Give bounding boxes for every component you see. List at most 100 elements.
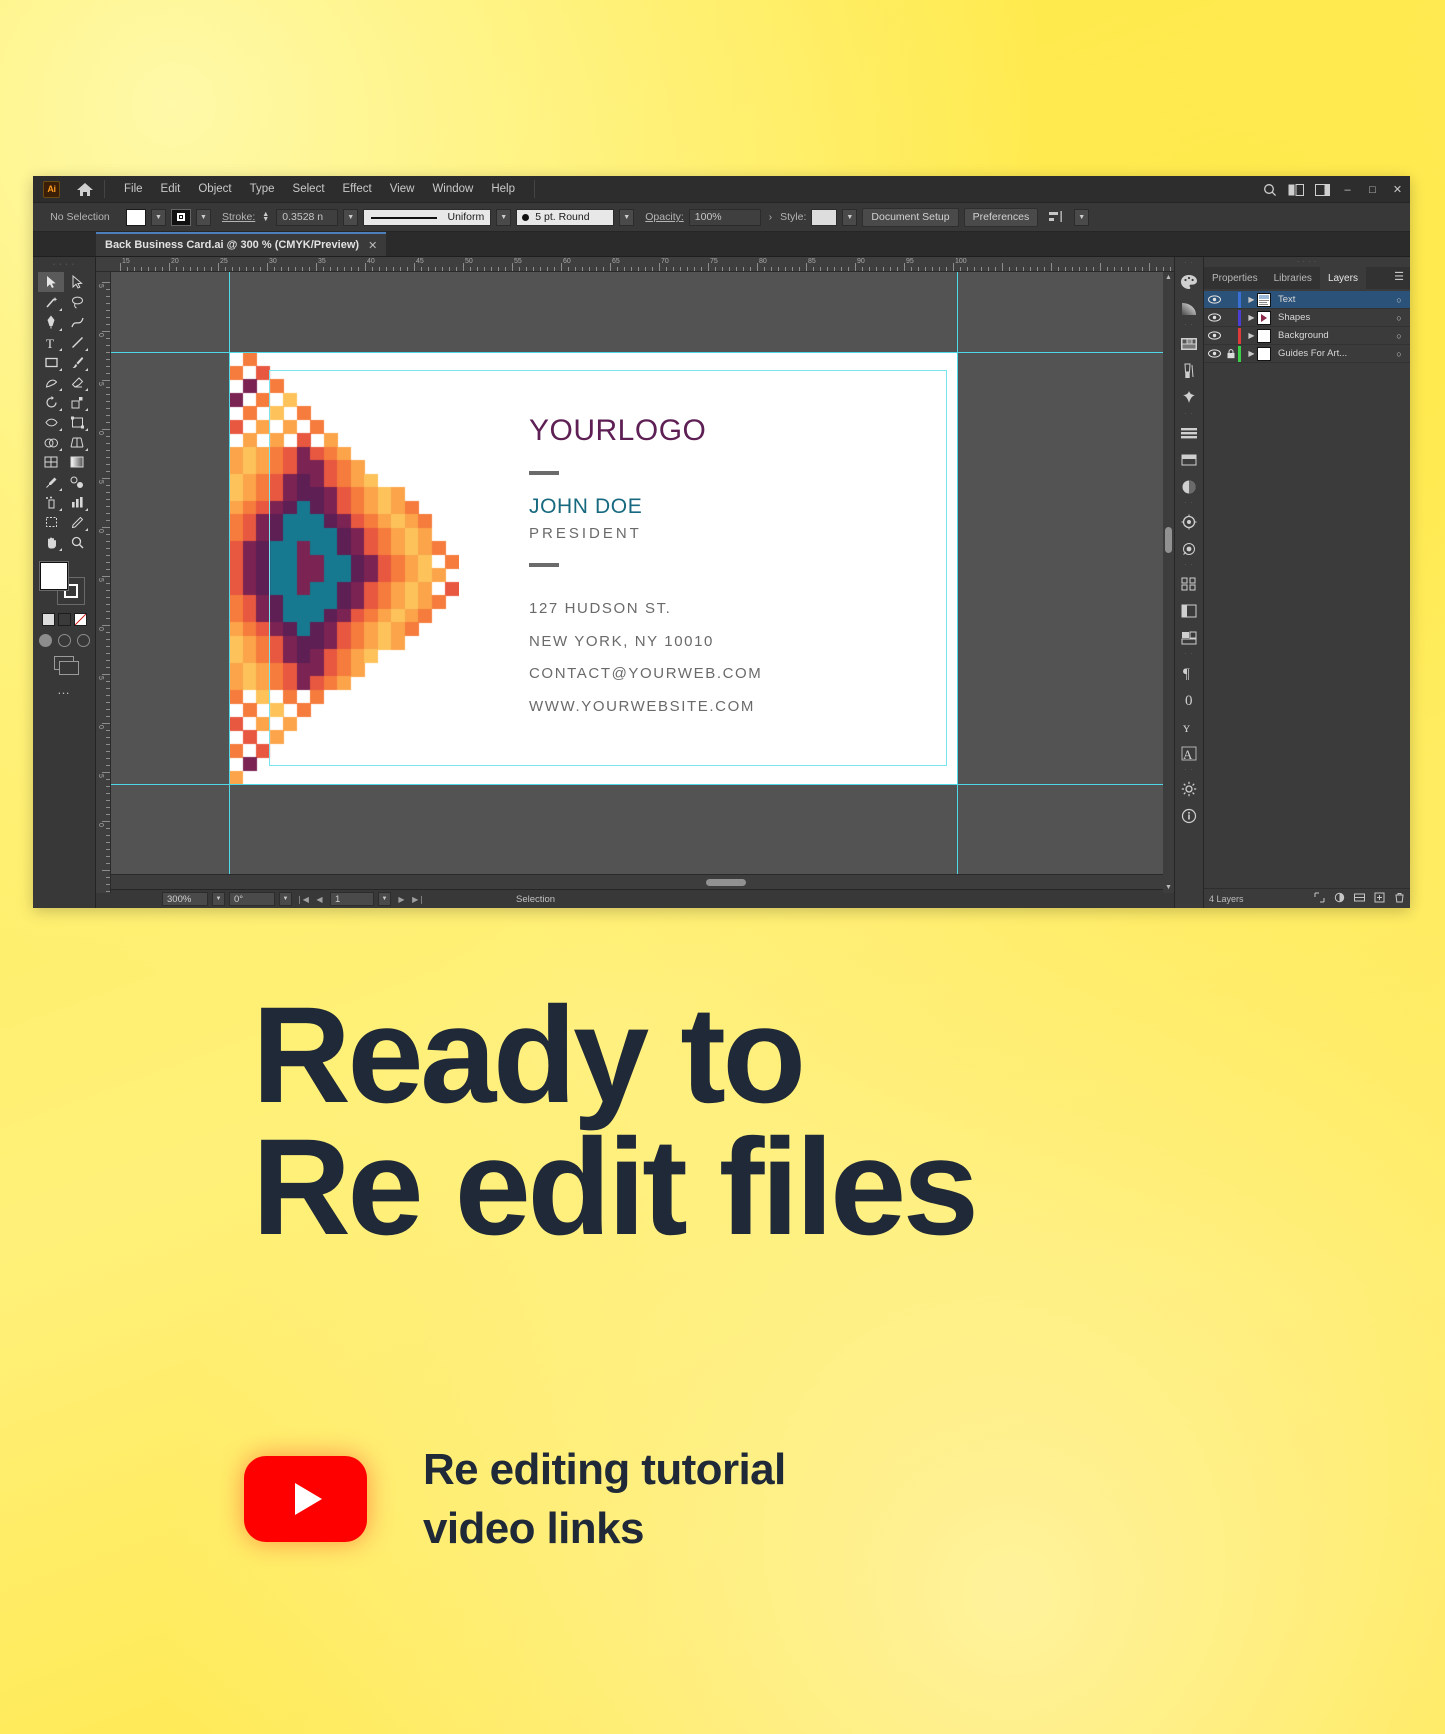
document-setup-button[interactable]: Document Setup <box>862 207 959 227</box>
zoom-tool[interactable] <box>64 532 90 552</box>
pen-tool[interactable] <box>38 312 64 332</box>
arrange-documents-icon[interactable] <box>1283 176 1309 203</box>
youtube-play-icon[interactable] <box>244 1456 367 1543</box>
paragraph-panel-icon[interactable]: ¶ <box>1175 659 1204 686</box>
gradient-panel-icon[interactable] <box>1175 295 1204 322</box>
graphic-styles-panel-icon[interactable] <box>1175 535 1204 562</box>
new-layer-icon[interactable] <box>1374 892 1385 905</box>
stroke-weight-input[interactable]: 0.3528 n <box>276 208 339 226</box>
menu-help[interactable]: Help <box>482 179 524 199</box>
layer-name-text[interactable]: Background <box>1278 330 1388 341</box>
document-info-icon[interactable] <box>1175 802 1204 829</box>
tools-panel-grip[interactable]: · · · · <box>53 261 75 270</box>
layer-target-icon[interactable]: ○ <box>1388 295 1410 305</box>
edit-toolbar-icon[interactable]: … <box>57 682 71 697</box>
artboard-number-input[interactable]: 1 <box>330 892 374 906</box>
stroke-color-swatch[interactable] <box>171 208 191 226</box>
stroke-profile-caret[interactable]: ▼ <box>496 208 512 226</box>
minimize-button[interactable]: – <box>1335 176 1360 203</box>
character-panel-icon[interactable]: ʏ <box>1175 713 1204 740</box>
layer-name-text[interactable]: Shapes <box>1278 312 1388 323</box>
canvas-vertical-scrollbar[interactable]: ▲ ▼ <box>1163 272 1174 893</box>
visibility-eye-icon[interactable] <box>1204 331 1224 340</box>
curvature-tool[interactable] <box>64 312 90 332</box>
type-tool[interactable]: T <box>38 332 64 352</box>
opacity-input[interactable]: 100% <box>688 208 761 226</box>
horizontal-ruler[interactable]: 15 20 25 30 35 40 45 50 55 60 65 70 75 80 85 90 95 100 <box>96 257 1174 272</box>
make-clipping-mask-icon[interactable] <box>1334 892 1345 905</box>
artboard[interactable]: YOURLOGO JOHN DOE PRESIDENT 127 HUDSON S… <box>229 352 957 784</box>
color-swatch-icon[interactable] <box>41 613 55 626</box>
swatches-panel-icon[interactable] <box>1175 330 1204 357</box>
locate-object-icon[interactable] <box>1314 892 1325 905</box>
canvas-horizontal-scrollbar[interactable]: ◀ ▶ <box>96 874 1174 889</box>
visibility-eye-icon[interactable] <box>1204 349 1224 358</box>
opacity-expand-arrow[interactable]: › <box>766 212 775 223</box>
blend-tool[interactable] <box>64 472 90 492</box>
shaper-tool[interactable] <box>38 372 64 392</box>
search-icon[interactable] <box>1257 176 1283 203</box>
scale-tool[interactable] <box>64 392 90 412</box>
scroll-up-arrow[interactable]: ▲ <box>1163 272 1174 283</box>
none-swatch-icon[interactable] <box>73 613 87 626</box>
symbol-sprayer-tool[interactable] <box>38 492 64 512</box>
artboards-panel-icon[interactable] <box>1175 570 1204 597</box>
panel-grip[interactable]: · · · · <box>1204 257 1410 267</box>
home-icon[interactable] <box>76 181 94 197</box>
asset-export-panel-icon[interactable] <box>1175 597 1204 624</box>
slice-tool[interactable] <box>64 512 90 532</box>
zoom-level-input[interactable]: 300% <box>162 892 208 906</box>
layer-row-guides[interactable]: ▶ Guides For Art... ○ <box>1204 345 1410 363</box>
opacity-label[interactable]: Opacity: <box>645 211 684 223</box>
menu-view[interactable]: View <box>381 179 424 199</box>
first-artboard-button[interactable]: ❘◀ <box>296 895 309 904</box>
scroll-down-arrow[interactable]: ▼ <box>1163 882 1174 893</box>
vertical-scroll-thumb[interactable] <box>1165 527 1172 553</box>
menu-type[interactable]: Type <box>241 179 284 199</box>
perspective-grid-tool[interactable] <box>64 432 90 452</box>
layer-row-background[interactable]: ▶ Background ○ <box>1204 327 1410 345</box>
gradient-swatch-icon[interactable] <box>57 613 71 626</box>
align-caret[interactable]: ▼ <box>1074 208 1090 226</box>
align-panel-icon[interactable] <box>1043 204 1069 231</box>
stroke-dropdown-caret[interactable]: ▼ <box>196 208 211 226</box>
symbols-panel-icon[interactable] <box>1175 384 1204 411</box>
character-styles-panel-icon[interactable]: A <box>1175 740 1204 767</box>
tab-layers[interactable]: Layers <box>1319 267 1366 289</box>
delete-selection-icon[interactable] <box>1394 892 1405 905</box>
line-segment-tool[interactable] <box>64 332 90 352</box>
magic-wand-tool[interactable] <box>38 292 64 312</box>
stroke-weight-caret[interactable]: ▼ <box>343 208 359 226</box>
lock-icon[interactable] <box>1224 348 1238 359</box>
layers-stack-icon[interactable] <box>1175 624 1204 651</box>
rotate-tool[interactable] <box>38 392 64 412</box>
vertical-ruler[interactable]: 505050505050 <box>96 272 111 893</box>
layer-target-icon[interactable]: ○ <box>1388 331 1410 341</box>
draw-behind-icon[interactable] <box>57 634 71 647</box>
create-sublayer-icon[interactable] <box>1354 892 1365 905</box>
visibility-eye-icon[interactable] <box>1204 295 1224 304</box>
rectangle-tool[interactable] <box>38 352 64 372</box>
menu-window[interactable]: Window <box>423 179 482 199</box>
mesh-tool[interactable] <box>38 452 64 472</box>
preferences-button[interactable]: Preferences <box>963 207 1039 227</box>
layer-row-shapes[interactable]: ▶ Shapes ○ <box>1204 309 1410 327</box>
brush-definition-select[interactable]: 5 pt. Round <box>516 208 615 226</box>
document-tab[interactable]: Back Business Card.ai @ 300 % (CMYK/Prev… <box>96 232 387 256</box>
canvas-viewport[interactable]: YOURLOGO JOHN DOE PRESIDENT 127 HUDSON S… <box>111 272 1174 874</box>
rail-grip[interactable]: · · <box>1185 260 1194 268</box>
panel-menu-icon[interactable]: ☰ <box>1394 272 1404 283</box>
properties-gear-icon[interactable] <box>1175 775 1204 802</box>
draw-normal-icon[interactable] <box>38 634 52 647</box>
artboard-tool[interactable] <box>38 512 64 532</box>
document-tab-close-icon[interactable]: ✕ <box>368 239 377 252</box>
zoom-level-caret[interactable]: ▼ <box>212 892 225 906</box>
workspace-switcher-icon[interactable] <box>1309 176 1335 203</box>
screen-mode-icon[interactable] <box>54 656 79 675</box>
gradient-tool[interactable] <box>64 452 90 472</box>
menu-object[interactable]: Object <box>189 179 240 199</box>
rotation-input[interactable]: 0° <box>229 892 275 906</box>
width-tool[interactable] <box>38 412 64 432</box>
appearance-panel-icon[interactable] <box>1175 508 1204 535</box>
selection-tool[interactable] <box>38 272 64 292</box>
